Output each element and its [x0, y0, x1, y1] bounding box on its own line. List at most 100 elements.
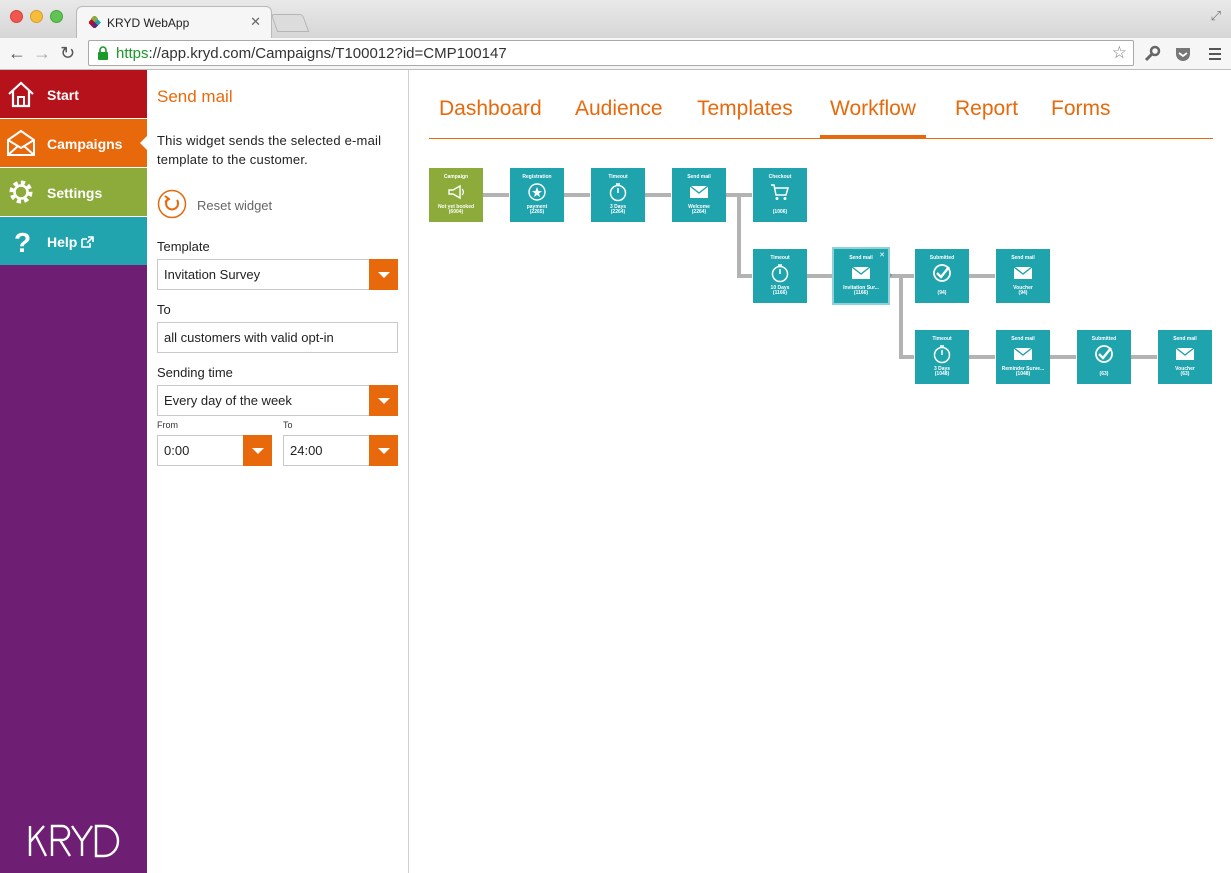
node-title: Registration [522, 174, 552, 180]
gear-icon [9, 180, 33, 204]
tab-report[interactable]: Report [945, 97, 1028, 138]
node-count: (6004) [448, 209, 464, 215]
nav-item-help[interactable]: ? Help [0, 217, 147, 265]
reload-icon[interactable]: ↻ [60, 43, 75, 63]
close-icon[interactable]: ✕ [879, 251, 885, 259]
tab-forms[interactable]: Forms [1041, 97, 1121, 138]
address-bar[interactable]: https://app.kryd.com/Campaigns/T100012?i… [88, 40, 1134, 66]
house-icon [8, 81, 34, 108]
from-time-value: 0:00 [164, 443, 190, 458]
url-path: ://app.kryd.com/Campaigns/T100012?id=CMP… [148, 45, 507, 62]
to-input[interactable]: all customers with valid opt-in [157, 322, 398, 353]
chevron-down-icon[interactable] [369, 259, 398, 290]
fullscreen-icon[interactable]: ⤢ [1211, 8, 1221, 24]
workflow-node-send-mail[interactable]: Send mail Voucher (63) [1158, 330, 1212, 384]
workflow-node-submitted[interactable]: Submitted (94) [915, 249, 969, 303]
kryd-favicon-icon [89, 16, 101, 28]
badge-icon [528, 183, 546, 201]
workflow-node-timeout[interactable]: Timeout 3 Days (1048) [915, 330, 969, 384]
node-count: (1048) [934, 371, 950, 377]
tab-dashboard[interactable]: Dashboard [429, 97, 552, 138]
check-icon [933, 264, 951, 282]
workflow-node-checkout[interactable]: Checkout (1006) [753, 168, 807, 222]
sending-time-select[interactable]: Every day of the week [157, 385, 398, 416]
nav-item-campaigns[interactable]: Campaigns [0, 119, 148, 168]
forward-arrow-icon[interactable]: → [33, 43, 51, 63]
bookmark-star-icon[interactable]: ☆ [1112, 43, 1127, 63]
stopwatch-icon [933, 345, 951, 364]
tab-templates[interactable]: Templates [687, 97, 803, 138]
megaphone-icon [448, 184, 464, 200]
chevron-right-icon[interactable]: › [890, 272, 892, 279]
workflow-node-campaign[interactable]: Campaign Not yet booked (6004) [429, 168, 483, 222]
close-tab-icon[interactable]: ✕ [250, 14, 261, 30]
from-time-select[interactable]: 0:00 [157, 435, 272, 466]
connector [737, 195, 741, 278]
envelope-icon [1175, 347, 1195, 360]
template-value: Invitation Survey [164, 267, 261, 282]
envelope-icon [689, 185, 709, 198]
browser-tab[interactable]: KRYD WebApp ✕ [76, 6, 272, 38]
template-select[interactable]: Invitation Survey [157, 259, 398, 290]
connector [564, 193, 590, 197]
reset-icon[interactable] [157, 189, 187, 219]
node-title: Send mail [1173, 336, 1197, 342]
node-title: Campaign [443, 174, 469, 180]
envelope-icon [851, 266, 871, 279]
connector [483, 193, 509, 197]
node-count: (63) [1099, 371, 1109, 377]
node-title: Submitted [929, 255, 955, 261]
node-count: (2264) [691, 209, 707, 215]
workflow-node-timeout[interactable]: Timeout 10 Days (1166) [753, 249, 807, 303]
node-title: Timeout [932, 336, 952, 342]
sending-time-value: Every day of the week [164, 393, 292, 408]
close-window-button[interactable] [10, 10, 23, 23]
pocket-icon[interactable] [1174, 45, 1192, 63]
url-text: https://app.kryd.com/Campaigns/T100012?i… [116, 45, 507, 62]
lock-icon [98, 46, 108, 60]
nav-item-start[interactable]: Start [0, 70, 147, 119]
envelope-icon [1013, 347, 1033, 360]
chevron-down-icon[interactable] [243, 435, 272, 466]
node-count: (2265) [529, 209, 545, 215]
widget-panel: Send mail This widget sends the selected… [147, 70, 409, 873]
tab-audience[interactable]: Audience [565, 97, 673, 138]
workflow-node-send-mail[interactable]: Send mail Welcome (2264) [672, 168, 726, 222]
workflow-node-send-mail[interactable]: Send mail Voucher (94) [996, 249, 1050, 303]
tab-title: KRYD WebApp [107, 16, 190, 30]
widget-description: This widget sends the selected e-mail te… [157, 133, 382, 167]
widget-title: Send mail [157, 87, 233, 106]
workflow-node-submitted[interactable]: Submitted (63) [1077, 330, 1131, 384]
workflow-node-send-mail[interactable]: Send mail Reminder Surve... (1048) [996, 330, 1050, 384]
workflow-node-registration[interactable]: Registration payment (2265) [510, 168, 564, 222]
zoom-window-button[interactable] [50, 10, 63, 23]
tab-workflow[interactable]: Workflow [820, 97, 926, 139]
menu-icon[interactable] [1206, 45, 1224, 63]
to-label: To [157, 302, 171, 317]
from-label: From [157, 420, 178, 430]
to-time-select[interactable]: 24:00 [283, 435, 398, 466]
kryd-logo [28, 824, 120, 858]
nav-item-settings[interactable]: Settings [0, 168, 147, 217]
to-value: all customers with valid opt-in [164, 330, 334, 345]
back-arrow-icon[interactable]: ← [8, 43, 26, 63]
new-tab-button[interactable] [270, 14, 310, 32]
envelope-icon [7, 129, 35, 156]
wrench-icon[interactable] [1143, 45, 1161, 63]
connector [1131, 355, 1157, 359]
workflow-node-send-mail-selected[interactable]: Send mail ✕ Invitation Sur... (1166) › [832, 247, 892, 305]
node-count: (1166) [853, 290, 869, 296]
to-time-label: To [283, 420, 293, 430]
connector [969, 274, 995, 278]
chevron-down-icon[interactable] [369, 435, 398, 466]
node-title: Submitted [1091, 336, 1117, 342]
workflow-node-timeout[interactable]: Timeout 3 Days (2264) [591, 168, 645, 222]
minimize-window-button[interactable] [30, 10, 43, 23]
cart-icon [771, 184, 789, 200]
node-title: Checkout [768, 174, 792, 180]
connector [737, 274, 752, 278]
chevron-down-icon[interactable] [369, 385, 398, 416]
reset-widget-button[interactable]: Reset widget [197, 198, 272, 213]
connector [645, 193, 671, 197]
node-count: (1048) [1015, 371, 1031, 377]
